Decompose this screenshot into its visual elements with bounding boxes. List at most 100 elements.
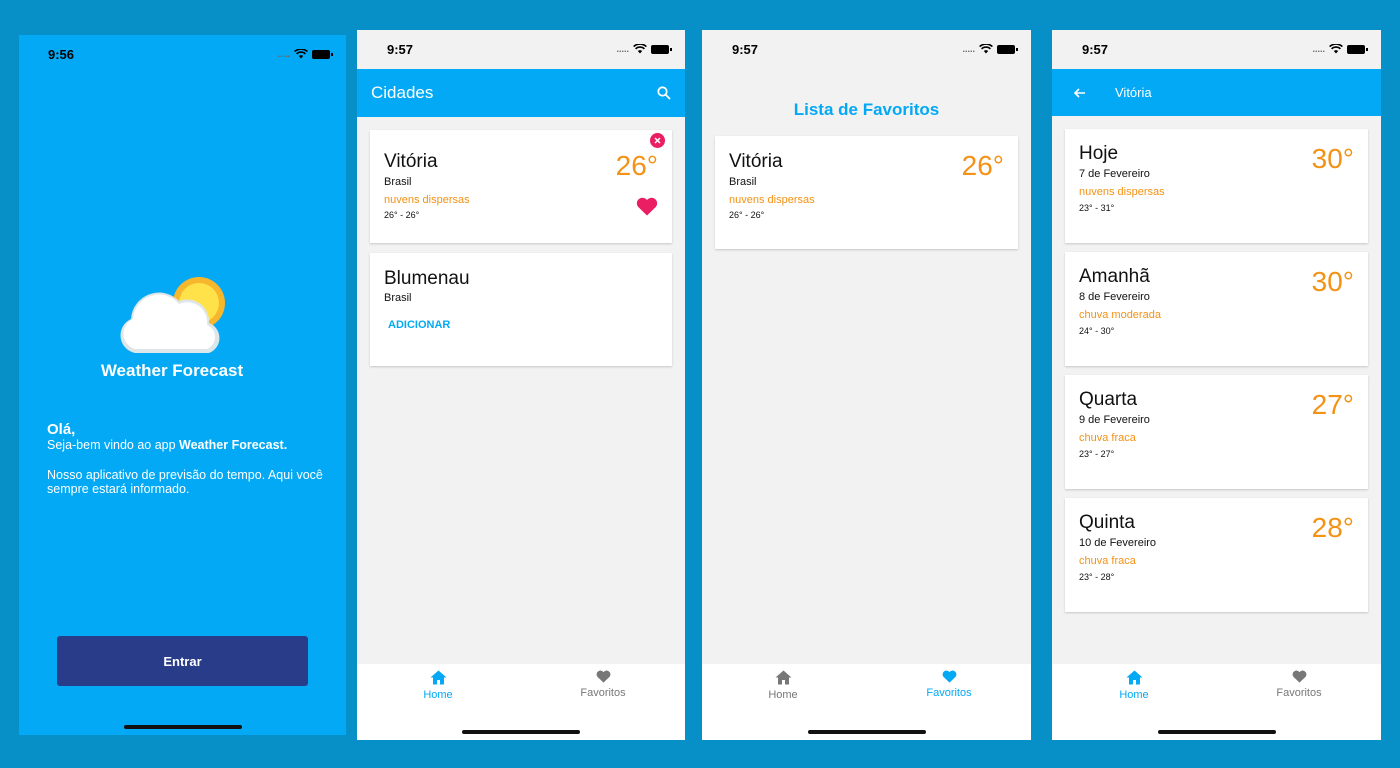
day-temperature: 28°	[1311, 512, 1354, 543]
app-description: Nosso aplicativo de previsão do tempo. A…	[47, 468, 323, 496]
battery-icon	[312, 49, 333, 59]
city-name: Blumenau	[384, 268, 470, 289]
greeting: Olá,	[47, 421, 76, 438]
heart-icon	[596, 670, 610, 683]
battery-icon	[1347, 44, 1368, 54]
status-time: 9:56	[48, 46, 75, 62]
page-title: Vitória	[1115, 85, 1152, 100]
day-date: 8 de Fevereiro	[1079, 291, 1150, 303]
wifi-icon	[633, 44, 647, 54]
weather-description: chuva fraca	[1079, 555, 1136, 567]
nav-home[interactable]: Home	[378, 670, 498, 701]
home-indicator	[123, 725, 242, 729]
page-title: Cidades	[371, 83, 434, 102]
nav-favorites[interactable]: Favoritos	[889, 670, 1009, 699]
nav-favorites-label: Favoritos	[1276, 687, 1322, 699]
country-name: Brasil	[729, 176, 757, 188]
day-date: 9 de Fevereiro	[1079, 414, 1150, 426]
heart-icon	[942, 670, 956, 683]
signal-icon: .....	[277, 49, 290, 59]
temperature-range: 24° - 30°	[1079, 326, 1115, 336]
nav-favorites[interactable]: Favoritos	[1239, 670, 1359, 699]
forecast-day-card: Amanhã 8 de Fevereiro chuva moderada 24°…	[1065, 252, 1368, 366]
status-bar: 9:56 .....	[19, 35, 346, 73]
nav-favorites[interactable]: Favoritos	[543, 670, 663, 699]
signal-icon: .....	[962, 44, 975, 54]
nav-favorites-label: Favoritos	[580, 687, 626, 699]
wifi-icon	[979, 44, 993, 54]
page-title: Lista de Favoritos	[793, 100, 940, 119]
temperature-range: 26° - 26°	[729, 210, 765, 220]
day-name: Quinta	[1079, 512, 1135, 533]
forecast-day-card: Hoje 7 de Fevereiro nuvens dispersas 23°…	[1065, 129, 1368, 243]
city-card-blumenau[interactable]: Blumenau Brasil ADICIONAR	[370, 253, 672, 366]
weather-description: chuva fraca	[1079, 432, 1136, 444]
day-temperature: 30°	[1311, 143, 1354, 174]
search-icon[interactable]	[657, 86, 671, 100]
nav-home[interactable]: Home	[1074, 670, 1194, 701]
status-time: 9:57	[1082, 41, 1109, 57]
day-name: Quarta	[1079, 389, 1138, 410]
temperature-range: 23° - 28°	[1079, 572, 1115, 582]
home-indicator	[807, 730, 926, 734]
day-temperature: 30°	[1311, 266, 1354, 297]
app-bar: Cidades	[357, 69, 685, 117]
welcome-line: Seja-bem vindo ao app Weather Forecast.	[47, 438, 327, 452]
city-name: Vitória	[729, 151, 783, 172]
forecast-detail-screen: 9:57 ..... Vitória Hoje 7 de Fevereiro n…	[1052, 30, 1381, 740]
battery-icon	[651, 44, 672, 54]
wifi-icon	[294, 49, 308, 59]
forecast-day-card: Quinta 10 de Fevereiro chuva fraca 23° -…	[1065, 498, 1368, 612]
home-indicator	[1157, 730, 1276, 734]
cities-screen: 9:57 ..... Cidades Vitória Brasil nuvens…	[357, 30, 685, 740]
nav-home-label: Home	[1119, 689, 1149, 701]
status-bar: 9:57 .....	[357, 30, 685, 68]
city-name: Vitória	[384, 151, 438, 172]
weather-description: nuvens dispersas	[1079, 186, 1165, 198]
nav-favorites-label: Favoritos	[926, 687, 972, 699]
weather-description: chuva moderada	[1079, 309, 1161, 321]
city-card-vitoria[interactable]: Vitória Brasil nuvens dispersas 26° - 26…	[370, 130, 672, 243]
wifi-icon	[1329, 44, 1343, 54]
home-indicator	[462, 730, 580, 734]
forecast-day-card: Quarta 9 de Fevereiro chuva fraca 23° - …	[1065, 375, 1368, 489]
weather-description: nuvens dispersas	[384, 194, 470, 206]
status-time: 9:57	[387, 41, 414, 57]
welcome-line-app-name: Weather Forecast.	[179, 438, 288, 452]
back-arrow-icon[interactable]	[1074, 87, 1086, 98]
day-name: Hoje	[1079, 143, 1119, 164]
status-time: 9:57	[732, 41, 759, 57]
nav-home[interactable]: Home	[723, 670, 843, 701]
favorites-screen: 9:57 ..... Lista de Favoritos Vitória Br…	[702, 30, 1031, 740]
bottom-navigation: Home Favoritos	[1052, 664, 1381, 740]
status-bar: 9:57 .....	[702, 30, 1031, 68]
current-temperature: 26°	[615, 150, 658, 181]
signal-icon: .....	[616, 44, 629, 54]
remove-icon[interactable]	[650, 133, 665, 148]
temperature-range: 23° - 31°	[1079, 203, 1115, 213]
home-icon	[775, 670, 791, 685]
battery-icon	[997, 44, 1018, 54]
add-button[interactable]: ADICIONAR	[388, 319, 450, 331]
day-date: 10 de Fevereiro	[1079, 537, 1157, 549]
signal-icon: .....	[1312, 44, 1325, 54]
country-name: Brasil	[384, 176, 412, 188]
temperature-range: 23° - 27°	[1079, 449, 1115, 459]
country-name: Brasil	[384, 292, 412, 304]
welcome-line-prefix: Seja-bem vindo ao app	[47, 438, 180, 452]
app-brand-name: Weather Forecast	[100, 361, 244, 380]
nav-home-label: Home	[768, 689, 798, 701]
home-icon	[1126, 670, 1142, 685]
bottom-navigation: Home Favoritos	[357, 664, 685, 740]
favorite-card-vitoria[interactable]: Vitória Brasil nuvens dispersas 26° - 26…	[715, 136, 1018, 249]
weather-description: nuvens dispersas	[729, 194, 815, 206]
nav-home-label: Home	[423, 689, 453, 701]
day-name: Amanhã	[1079, 266, 1150, 287]
app-bar: Vitória	[1052, 69, 1381, 116]
welcome-text: Olá, Seja-bem vindo ao app Weather Forec…	[47, 421, 327, 496]
day-temperature: 27°	[1311, 389, 1354, 420]
enter-button[interactable]: Entrar	[57, 636, 308, 686]
weather-logo-icon	[120, 277, 225, 353]
current-temperature: 26°	[961, 150, 1004, 181]
favorite-heart-icon[interactable]	[636, 197, 658, 216]
